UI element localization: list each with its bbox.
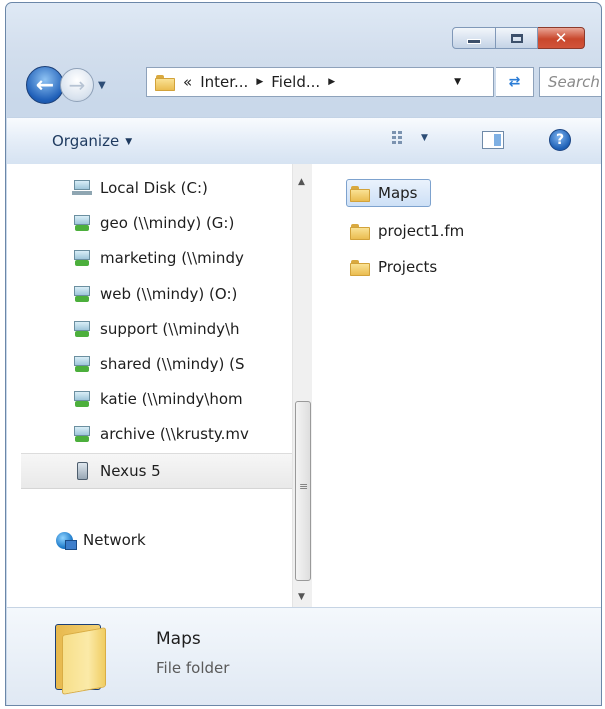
help-button[interactable]: ? <box>549 129 571 151</box>
forward-button[interactable]: → <box>60 68 94 102</box>
network-drive-icon <box>72 249 92 267</box>
network-drive-icon <box>72 355 92 373</box>
address-segment-inter[interactable]: Inter... ▶ <box>200 73 271 91</box>
back-button[interactable]: ← <box>26 66 64 104</box>
details-name: Maps <box>156 629 201 649</box>
breadcrumb-arrow-icon[interactable]: ▶ <box>256 77 263 87</box>
nav-item-local-disk[interactable]: Local Disk (C:) <box>72 174 208 202</box>
close-icon: ✕ <box>554 28 568 47</box>
refresh-button[interactable]: ⇄ <box>496 67 534 97</box>
caption-buttons: ✕ <box>452 27 585 49</box>
explorer-window: ✕ ← → ▼ « Inter... ▶ Field... ▶ ▼ ⇄ Search… <box>5 2 602 706</box>
preview-pane-button[interactable] <box>482 131 504 149</box>
navigation-buttons: ← → ▼ <box>26 66 112 104</box>
file-item-projects[interactable]: Projects <box>350 254 437 280</box>
address-overflow[interactable]: « <box>183 73 192 91</box>
minimize-icon <box>467 39 481 44</box>
file-list: Maps project1.fm Projects <box>312 164 601 607</box>
organize-button[interactable]: Organize ▼ <box>52 132 132 150</box>
file-item-maps[interactable]: Maps <box>346 179 432 207</box>
chevron-down-icon: ▼ <box>125 136 133 147</box>
folder-icon <box>155 73 175 91</box>
nav-item-nexus-5[interactable]: Nexus 5 <box>21 453 292 489</box>
nav-item-network[interactable]: Network <box>55 526 146 554</box>
address-segment-field[interactable]: Field... ▶ <box>271 73 343 91</box>
phone-icon <box>72 462 92 480</box>
address-bar[interactable]: « Inter... ▶ Field... ▶ ▼ <box>146 67 494 97</box>
nav-item-marketing[interactable]: marketing (\\mindy <box>72 244 244 272</box>
help-icon: ? <box>555 132 565 148</box>
scroll-up-icon[interactable]: ▲ <box>298 177 305 187</box>
details-pane: Maps File folder <box>7 607 601 705</box>
maximize-button[interactable] <box>496 27 538 49</box>
search-input[interactable]: Search <box>539 67 601 97</box>
command-bar: Organize ▼ ▼ ? <box>7 117 601 165</box>
folder-large-icon <box>55 624 107 694</box>
close-button[interactable]: ✕ <box>538 27 585 49</box>
nav-scrollbar[interactable]: ▲ ▼ <box>292 164 312 607</box>
content-area: Local Disk (C:) geo (\\mindy) (G:) marke… <box>7 164 601 607</box>
network-drive-icon <box>72 320 92 338</box>
details-type: File folder <box>156 659 230 677</box>
maximize-icon <box>510 33 523 43</box>
local-disk-icon <box>72 179 92 197</box>
network-drive-icon <box>72 390 92 408</box>
navigation-pane: Local Disk (C:) geo (\\mindy) (G:) marke… <box>7 164 292 607</box>
views-dropdown-icon[interactable]: ▼ <box>421 133 428 143</box>
folder-icon <box>350 184 370 202</box>
nav-item-support[interactable]: support (\\mindy\h <box>72 315 240 343</box>
minimize-button[interactable] <box>452 27 496 49</box>
network-globe-icon <box>55 531 77 550</box>
back-arrow-icon: ← <box>35 72 55 98</box>
views-icon <box>392 131 402 144</box>
file-item-project1-fm[interactable]: project1.fm <box>350 218 464 244</box>
network-drive-icon <box>72 425 92 443</box>
nav-item-archive[interactable]: archive (\\krusty.mv <box>72 420 249 448</box>
views-button[interactable]: ▼ <box>391 130 428 146</box>
nav-item-web[interactable]: web (\\mindy) (O:) <box>72 280 237 308</box>
nav-item-katie[interactable]: katie (\\mindy\hom <box>72 385 243 413</box>
network-drive-icon <box>72 285 92 303</box>
network-drive-icon <box>72 214 92 232</box>
nav-item-shared[interactable]: shared (\\mindy) (S <box>72 350 245 378</box>
folder-icon <box>350 258 370 276</box>
recent-pages-dropdown[interactable]: ▼ <box>98 80 112 91</box>
address-dropdown-icon[interactable]: ▼ <box>454 77 461 87</box>
forward-arrow-icon: → <box>68 73 86 97</box>
nav-item-geo[interactable]: geo (\\mindy) (G:) <box>72 209 234 237</box>
breadcrumb-arrow-icon[interactable]: ▶ <box>328 77 335 87</box>
scroll-down-icon[interactable]: ▼ <box>298 592 305 602</box>
folder-icon <box>350 222 370 240</box>
refresh-icon: ⇄ <box>508 74 521 90</box>
scrollbar-thumb[interactable] <box>295 401 311 581</box>
